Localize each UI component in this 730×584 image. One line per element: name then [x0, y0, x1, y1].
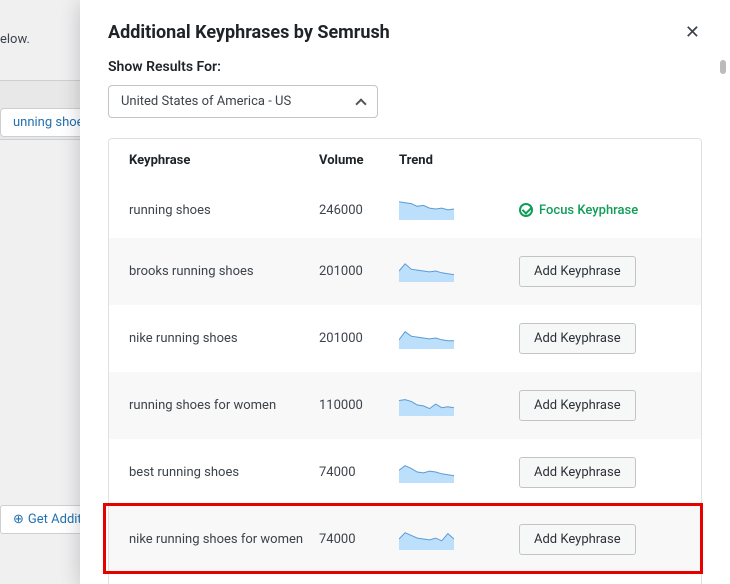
- trend-cell: [399, 200, 509, 220]
- add-keyphrase-button[interactable]: Add Keyphrase: [519, 390, 636, 421]
- volume-cell: 74000: [319, 532, 399, 547]
- table-row: best running shoes74000 Add Keyphrase: [109, 439, 701, 506]
- col-trend: Trend: [399, 153, 509, 168]
- table-row: brooks running shoes201000 Add Keyphrase: [109, 238, 701, 305]
- keyphrase-cell: best running shoes: [129, 465, 319, 480]
- action-cell: Add Keyphrase: [509, 323, 681, 354]
- action-cell: Focus Keyphrase: [509, 203, 681, 218]
- trend-cell: [399, 463, 509, 483]
- keyphrases-modal: Additional Keyphrases by Semrush ✕ Show …: [80, 0, 730, 584]
- check-circle-icon: [519, 203, 533, 217]
- add-keyphrase-button[interactable]: Add Keyphrase: [519, 323, 636, 354]
- country-value: United States of America - US: [121, 94, 291, 109]
- background-hint-text: elow.: [0, 32, 30, 47]
- country-dropdown[interactable]: United States of America - US: [108, 85, 378, 118]
- modal-header: Additional Keyphrases by Semrush ✕: [80, 0, 730, 59]
- keyphrase-cell: brooks running shoes: [129, 264, 319, 279]
- modal-body: Show Results For: United States of Ameri…: [80, 59, 730, 584]
- keyphrase-cell: nike running shoes: [129, 331, 319, 346]
- chevron-up-icon: [355, 98, 366, 109]
- action-cell: Add Keyphrase: [509, 256, 681, 287]
- action-cell: Add Keyphrase: [509, 457, 681, 488]
- volume-cell: 74000: [319, 465, 399, 480]
- trend-cell: [399, 329, 509, 349]
- col-action: [509, 153, 681, 168]
- volume-cell: 201000: [319, 264, 399, 279]
- plus-icon: ⊕: [13, 512, 24, 527]
- modal-title: Additional Keyphrases by Semrush: [108, 22, 390, 43]
- keyphrase-table: Keyphrase Volume Trend running shoes2460…: [108, 138, 702, 584]
- keyphrase-cell: running shoes for women: [129, 398, 319, 413]
- volume-cell: 246000: [319, 203, 399, 218]
- show-results-label: Show Results For:: [108, 59, 702, 75]
- focus-keyphrase-badge: Focus Keyphrase: [519, 203, 638, 218]
- col-volume: Volume: [319, 153, 399, 168]
- get-additional-label: Get Additi: [28, 512, 85, 527]
- table-row: running shoes for women110000 Add Keyphra…: [109, 372, 701, 439]
- close-icon: ✕: [685, 22, 700, 43]
- add-keyphrase-button[interactable]: Add Keyphrase: [519, 457, 636, 488]
- volume-cell: 201000: [319, 331, 399, 346]
- table-row: running shoes for men74000Add Keyphrase: [109, 573, 701, 584]
- add-keyphrase-button[interactable]: Add Keyphrase: [519, 256, 636, 287]
- table-row: nike running shoes201000 Add Keyphrase: [109, 305, 701, 372]
- focus-keyphrase-label: Focus Keyphrase: [539, 203, 638, 218]
- keyphrase-cell: nike running shoes for women: [129, 532, 319, 547]
- trend-cell: [399, 530, 509, 550]
- action-cell: Add Keyphrase: [509, 390, 681, 421]
- volume-cell: 110000: [319, 398, 399, 413]
- col-keyphrase: Keyphrase: [129, 153, 319, 168]
- table-header: Keyphrase Volume Trend: [109, 139, 701, 182]
- action-cell: Add Keyphrase: [509, 524, 681, 555]
- keyphrase-cell: running shoes: [129, 203, 319, 218]
- trend-cell: [399, 396, 509, 416]
- close-button[interactable]: ✕: [677, 18, 708, 47]
- trend-cell: [399, 262, 509, 282]
- table-row: nike running shoes for women74000 Add Key…: [109, 506, 701, 573]
- table-row: running shoes246000 Focus Keyphrase: [109, 182, 701, 238]
- add-keyphrase-button[interactable]: Add Keyphrase: [519, 524, 636, 555]
